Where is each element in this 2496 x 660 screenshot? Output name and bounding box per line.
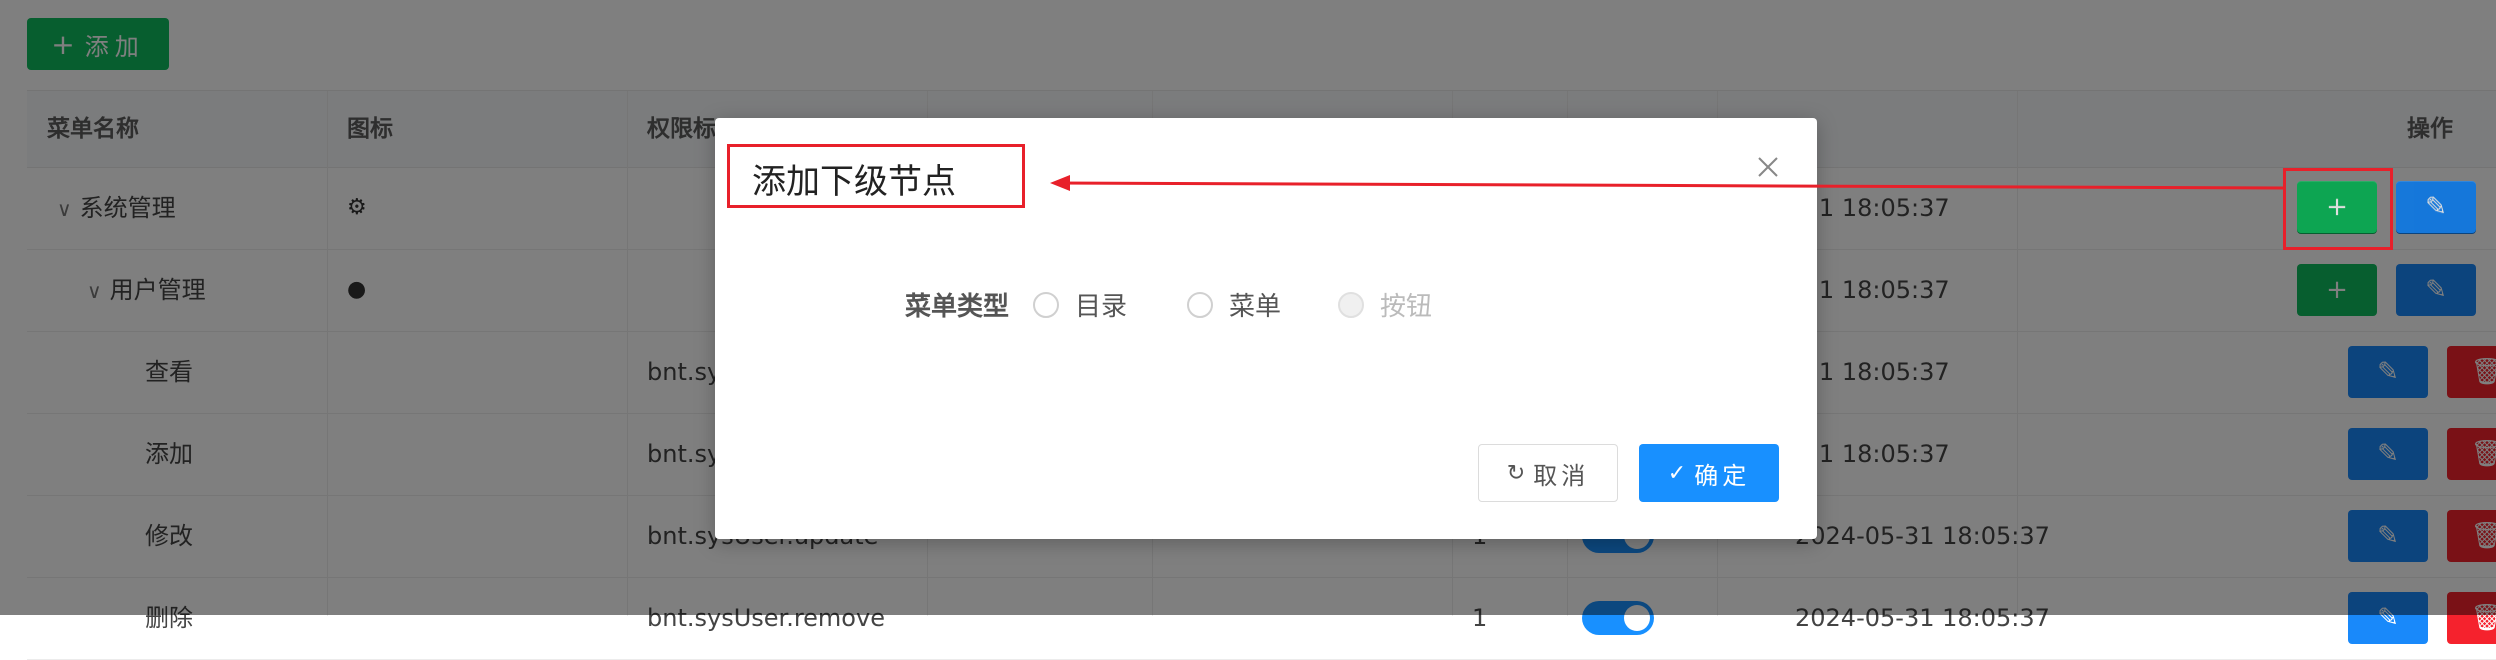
annotation-arrow — [1050, 175, 2284, 191]
